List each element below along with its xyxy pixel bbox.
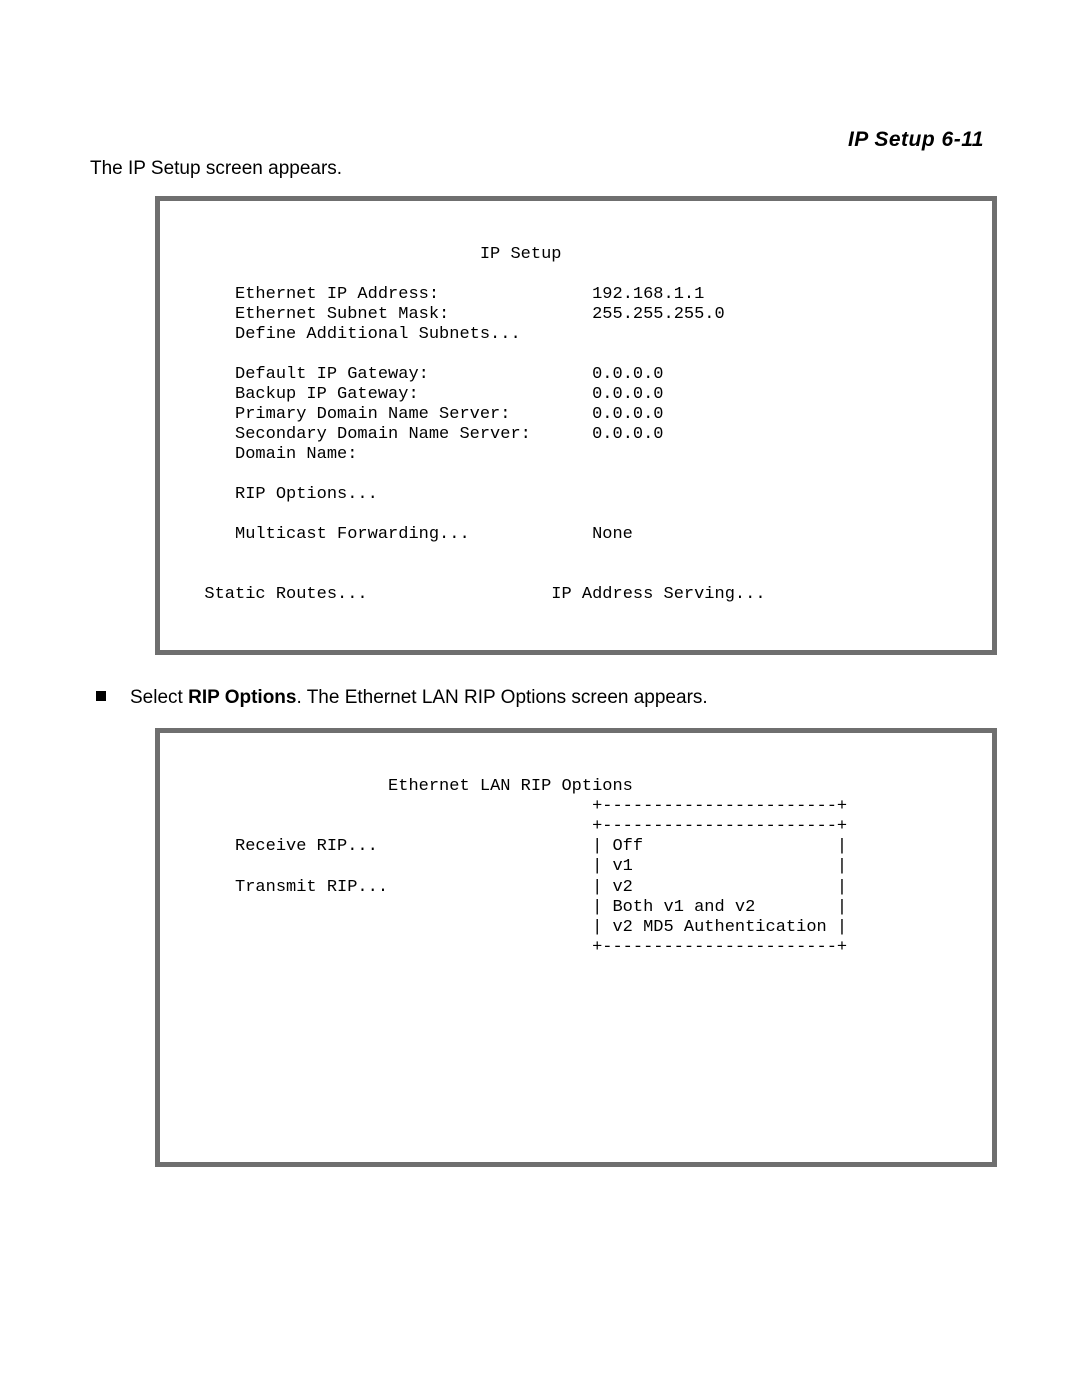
eth-mask-value[interactable]: 255.255.255.0 [592,305,725,324]
ip-addr-serving-item[interactable]: IP Address Serving... [551,585,765,604]
rip-option-v1[interactable]: v1 [612,857,632,876]
eth-ip-value[interactable]: 192.168.1.1 [592,285,704,304]
screen-title: Ethernet LAN RIP Options [184,777,633,796]
rip-options-screen: Ethernet LAN RIP Options +--------------… [155,728,997,1167]
rip-options-bold: RIP Options [188,687,296,708]
eth-ip-label: Ethernet IP Address: [235,285,439,304]
transmit-rip-item[interactable]: Transmit RIP... [235,878,388,897]
sec-dns-label: Secondary Domain Name Server: [235,425,531,444]
rip-option-off[interactable]: Off [612,837,643,856]
rip-option-both[interactable]: Both v1 and v2 [612,898,755,917]
rip-option-v2[interactable]: v2 [612,878,632,897]
bak-gw-label: Backup IP Gateway: [235,385,419,404]
def-gw-label: Default IP Gateway: [235,365,429,384]
rip-options-item[interactable]: RIP Options... [235,485,378,504]
mcast-value[interactable]: None [592,525,633,544]
page: IP Setup 6-11 The IP Setup screen appear… [0,0,1080,1397]
domain-label: Domain Name: [235,445,357,464]
screen-title: IP Setup [184,245,561,264]
page-header: IP Setup 6-11 [90,128,990,152]
bak-gw-value[interactable]: 0.0.0.0 [592,385,663,404]
bullet-icon [96,691,106,701]
rip-option-md5[interactable]: v2 MD5 Authentication [612,918,826,937]
eth-mask-label: Ethernet Subnet Mask: [235,305,449,324]
pri-dns-value[interactable]: 0.0.0.0 [592,405,663,424]
define-subnets-item[interactable]: Define Additional Subnets... [235,325,521,344]
intro-text: The IP Setup screen appears. [90,156,990,182]
sec-dns-value[interactable]: 0.0.0.0 [592,425,663,444]
mcast-label: Multicast Forwarding... [235,525,470,544]
instruction-text: Select RIP Options. The Ethernet LAN RIP… [130,685,708,711]
pri-dns-label: Primary Domain Name Server: [235,405,510,424]
def-gw-value[interactable]: 0.0.0.0 [592,365,663,384]
static-routes-item[interactable]: Static Routes... [204,585,367,604]
instruction-row: Select RIP Options. The Ethernet LAN RIP… [90,685,990,711]
ip-setup-screen: IP Setup Ethernet IP Address: 192.168.1.… [155,196,997,655]
receive-rip-item[interactable]: Receive RIP... [235,837,378,856]
